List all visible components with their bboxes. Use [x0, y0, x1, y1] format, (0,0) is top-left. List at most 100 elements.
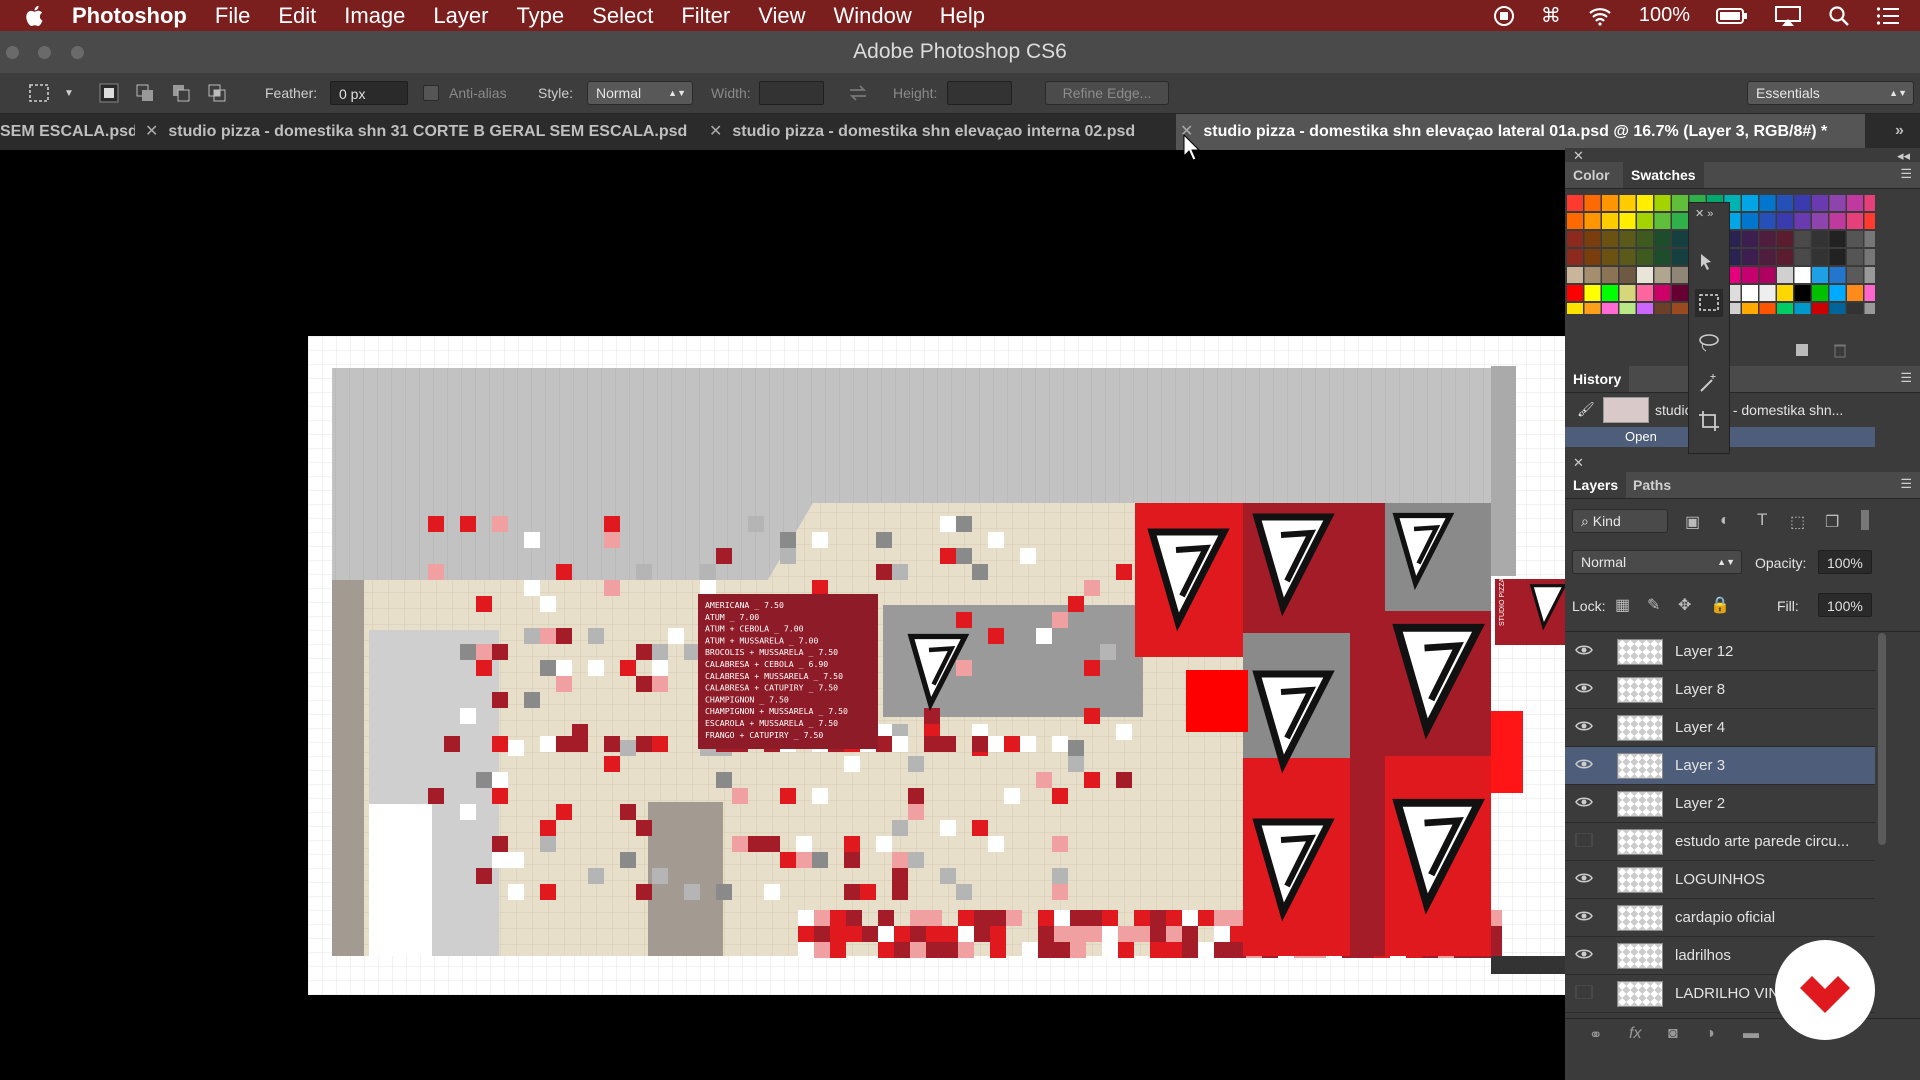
swatch[interactable] — [1584, 267, 1601, 283]
command-icon[interactable]: ⌘ — [1541, 3, 1561, 28]
apple-icon[interactable] — [22, 3, 48, 29]
more-tabs-icon[interactable]: » — [1895, 122, 1904, 140]
height-input[interactable] — [947, 81, 1012, 105]
layer-style-icon[interactable]: fx — [1629, 1025, 1641, 1043]
layer-row[interactable]: cardapio oficial — [1565, 899, 1875, 937]
visibility-eye-icon[interactable] — [1575, 909, 1593, 923]
swatch[interactable] — [1777, 285, 1793, 301]
swatch[interactable] — [1794, 303, 1811, 319]
swatch[interactable] — [1567, 213, 1583, 229]
visibility-eye-icon[interactable] — [1575, 832, 1593, 848]
menu-window[interactable]: Window — [834, 3, 912, 29]
tab-layers[interactable]: Layers — [1565, 472, 1627, 498]
swatch[interactable] — [1619, 213, 1636, 229]
panel-menu-icon[interactable]: ☰ — [1900, 370, 1912, 386]
menu-select[interactable]: Select — [592, 3, 653, 29]
swatch[interactable] — [1584, 303, 1601, 319]
swatch[interactable] — [1637, 195, 1653, 211]
antialias-checkbox[interactable] — [423, 85, 439, 101]
new-swatch-icon[interactable] — [1793, 341, 1811, 359]
swatch[interactable] — [1847, 249, 1863, 265]
swatch[interactable] — [1672, 303, 1688, 319]
swatch[interactable] — [1567, 195, 1583, 211]
swatch[interactable] — [1602, 213, 1618, 229]
layer-row[interactable]: Layer 2 — [1565, 785, 1875, 823]
layer-row[interactable]: Layer 3 — [1565, 747, 1875, 785]
swatch[interactable] — [1794, 213, 1811, 229]
visibility-eye-icon[interactable] — [1575, 757, 1593, 771]
swatch[interactable] — [1864, 231, 1881, 247]
swatch[interactable] — [1637, 213, 1653, 229]
workspace-select[interactable]: Essentials ▲▼ — [1747, 81, 1914, 105]
swatch[interactable] — [1567, 303, 1583, 319]
swatch[interactable] — [1847, 195, 1863, 211]
tab-document-3[interactable]: ✕ studio pizza - domestika shn elevaçao i… — [709, 114, 1169, 150]
adjustment-layer-icon[interactable]: ◑ — [1705, 1025, 1715, 1043]
swatch[interactable] — [1829, 285, 1846, 301]
magic-wand-tool-icon[interactable] — [1697, 371, 1721, 395]
pixel-filter-icon[interactable]: ▣ — [1685, 512, 1700, 532]
tab-document-active[interactable]: ✕ studio pizza - domestika shn elevaçao l… — [1176, 114, 1865, 150]
swatch[interactable] — [1584, 213, 1601, 229]
layer-row[interactable]: estudo arte parede circu... — [1565, 823, 1875, 861]
swatch[interactable] — [1584, 195, 1601, 211]
swatch[interactable] — [1794, 231, 1811, 247]
swatch[interactable] — [1654, 303, 1671, 319]
swatch[interactable] — [1742, 195, 1758, 211]
menu-view[interactable]: View — [758, 3, 805, 29]
swatch[interactable] — [1619, 285, 1636, 301]
swatch[interactable] — [1829, 231, 1846, 247]
spotlight-search-icon[interactable] — [1828, 5, 1850, 27]
swatch[interactable] — [1654, 231, 1671, 247]
swatch[interactable] — [1584, 249, 1601, 265]
swatch[interactable] — [1602, 267, 1618, 283]
swatch[interactable] — [1672, 231, 1688, 247]
swatch[interactable] — [1742, 249, 1758, 265]
panel-menu-icon[interactable]: ☰ — [1900, 476, 1912, 492]
swatch[interactable] — [1864, 285, 1881, 301]
tab-swatches[interactable]: Swatches — [1623, 162, 1704, 188]
swatch[interactable] — [1759, 303, 1776, 319]
swatch[interactable] — [1672, 195, 1688, 211]
swatch[interactable] — [1864, 213, 1881, 229]
move-tool-icon[interactable] — [1697, 251, 1721, 275]
swatch[interactable] — [1602, 285, 1618, 301]
close-tab-icon[interactable]: ✕ — [709, 123, 722, 140]
swatch[interactable] — [1619, 195, 1636, 211]
close-panel-icon[interactable]: ✕ — [1573, 455, 1584, 471]
swatch[interactable] — [1847, 213, 1863, 229]
visibility-eye-icon[interactable] — [1575, 719, 1593, 733]
swatch[interactable] — [1847, 285, 1863, 301]
document-canvas[interactable]: STUDIO PIZZA AMERICANA _ 7.50 ATUM _ 7.00… — [308, 336, 1565, 995]
swatch[interactable] — [1829, 267, 1846, 283]
visibility-eye-icon[interactable] — [1575, 643, 1593, 657]
swatch[interactable] — [1759, 267, 1776, 283]
feather-input[interactable]: 0 px — [330, 81, 408, 105]
swatch[interactable] — [1759, 213, 1776, 229]
delete-swatch-icon[interactable] — [1831, 341, 1849, 359]
swatch[interactable] — [1777, 249, 1793, 265]
swatch[interactable] — [1777, 195, 1793, 211]
add-mask-icon[interactable]: ◙ — [1668, 1025, 1678, 1043]
swatch[interactable] — [1847, 267, 1863, 283]
swatch[interactable] — [1812, 285, 1828, 301]
opacity-input[interactable]: 100% — [1818, 550, 1872, 574]
swatch[interactable] — [1777, 213, 1793, 229]
swatch[interactable] — [1864, 267, 1881, 283]
width-input[interactable] — [759, 81, 824, 105]
swatch[interactable] — [1672, 249, 1688, 265]
swatch[interactable] — [1567, 249, 1583, 265]
menu-file[interactable]: File — [215, 3, 250, 29]
chevron-down-icon[interactable]: ▼ — [64, 88, 74, 99]
lock-position-icon[interactable]: ✥ — [1678, 595, 1691, 615]
fill-input[interactable]: 100% — [1818, 593, 1872, 617]
swatch[interactable] — [1777, 231, 1793, 247]
menu-edit[interactable]: Edit — [278, 3, 316, 29]
swatch[interactable] — [1637, 267, 1653, 283]
swatch[interactable] — [1742, 267, 1758, 283]
type-filter-icon[interactable]: T — [1757, 510, 1767, 530]
adjustment-filter-icon[interactable]: ◐ — [1720, 512, 1730, 530]
swatch[interactable] — [1794, 285, 1811, 301]
rectangular-marquee-tool-icon[interactable] — [1695, 289, 1723, 317]
swatch[interactable] — [1654, 195, 1671, 211]
